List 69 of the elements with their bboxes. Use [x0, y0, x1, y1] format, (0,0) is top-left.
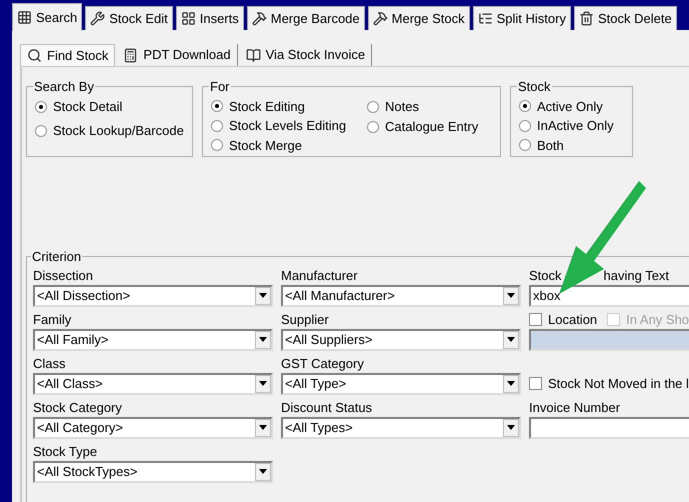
field-label: Discount Status — [281, 398, 374, 416]
search-icon — [27, 48, 42, 63]
tab[interactable]: Search — [12, 3, 82, 31]
dropdown[interactable]: <All Type> — [281, 372, 521, 394]
book-icon — [246, 48, 261, 62]
checkbox-label: Stock Not Moved in the l — [548, 374, 689, 393]
field-label: GST Category — [281, 354, 365, 372]
group-title: For — [209, 78, 230, 96]
field-label: Stock — [529, 266, 562, 284]
field-label: Stock Type — [33, 442, 98, 460]
field-label: having Text — [604, 266, 670, 284]
group-title: Criterion — [31, 248, 82, 266]
dropdown[interactable]: <All Family> — [33, 328, 273, 350]
blocks-icon — [180, 11, 196, 26]
radio-button[interactable] — [211, 120, 223, 132]
field-label: Manufacturer — [281, 266, 359, 284]
radio-label: Active Only — [537, 98, 603, 116]
tab[interactable]: Merge Barcode — [246, 6, 365, 30]
tab[interactable]: Split History — [472, 6, 571, 30]
dropdown[interactable]: <All Suppliers> — [281, 328, 521, 350]
radio-button[interactable] — [519, 139, 531, 152]
radio-label: Catalogue Entry — [385, 118, 478, 136]
radio-label: Stock Lookup/Barcode — [53, 122, 184, 140]
radio-label: Stock Editing — [229, 98, 305, 116]
tab[interactable]: Stock Edit — [85, 6, 173, 30]
hammer-icon — [252, 11, 267, 26]
radio-button[interactable] — [367, 100, 379, 112]
hammer-icon — [372, 11, 388, 26]
radio-label: Stock Merge — [229, 136, 302, 155]
checkbox[interactable] — [529, 377, 542, 390]
text-field[interactable]: xbox — [529, 284, 689, 306]
radio-button[interactable] — [35, 100, 47, 112]
wrench-icon — [90, 11, 106, 26]
radio-label: Stock Levels Editing — [229, 117, 346, 135]
dropdown[interactable]: <All Manufacturer> — [281, 284, 521, 306]
tab[interactable]: Find Stock — [20, 44, 116, 66]
radio-button[interactable] — [519, 120, 531, 132]
dropdown[interactable]: <All Types> — [281, 416, 521, 438]
trash-icon — [578, 11, 594, 26]
list-icon — [478, 11, 493, 26]
radio-label: Both — [537, 136, 564, 154]
tab[interactable]: Merge Stock — [368, 6, 470, 30]
radio-button[interactable] — [367, 120, 379, 132]
calculator-icon — [123, 48, 138, 62]
grid-icon — [17, 10, 32, 25]
field-label: Family — [33, 310, 72, 328]
checkbox-label: Location — [548, 310, 598, 329]
dropdown[interactable]: <All Dissection> — [33, 284, 273, 306]
text-field[interactable] — [529, 416, 689, 438]
dropdown[interactable]: <All StockTypes> — [33, 460, 273, 482]
checkbox-label: In Any Sho — [626, 310, 689, 329]
dropdown[interactable]: <All Category> — [33, 416, 273, 438]
field-label: Dissection — [33, 266, 94, 284]
radio-button[interactable] — [211, 139, 223, 152]
tab[interactable]: Stock Delete — [574, 6, 677, 30]
radio-label: Notes — [385, 98, 419, 116]
field-label: Class — [33, 354, 67, 372]
group-title: Stock — [517, 78, 552, 96]
radio-button[interactable] — [211, 100, 223, 112]
radio-button[interactable] — [35, 124, 47, 136]
radio-label: Stock Detail — [53, 98, 122, 116]
field-label: Stock Category — [33, 398, 123, 416]
tab[interactable]: Inserts — [176, 6, 244, 30]
radio-label: InActive Only — [537, 117, 614, 135]
field-label: Invoice Number — [529, 398, 620, 416]
group-title: Search By — [33, 78, 95, 96]
field-label: Supplier — [281, 310, 330, 328]
radio-button[interactable] — [519, 100, 531, 112]
dropdown[interactable]: <All Class> — [33, 372, 273, 394]
